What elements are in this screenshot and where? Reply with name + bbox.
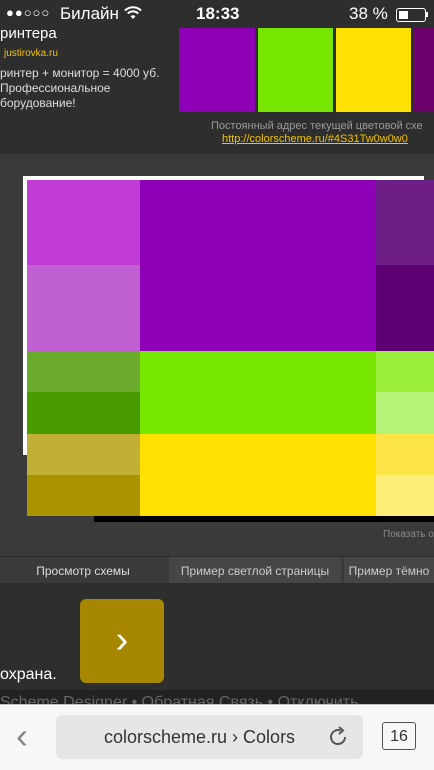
carrier-name: Билайн	[60, 4, 119, 23]
permalink-url[interactable]: http://colorscheme.ru/#4S31Tw0w0w0	[222, 133, 408, 145]
scheme-color-cell[interactable]	[27, 475, 140, 516]
scheme-color-cell[interactable]	[27, 351, 140, 392]
scheme-color-cell[interactable]	[376, 180, 434, 265]
tab-light-page-example[interactable]: Пример светлой страницы	[169, 557, 341, 583]
swatch-primary[interactable]	[179, 28, 255, 112]
scheme-color-cell[interactable]	[140, 180, 376, 351]
signal-strength: ●●○○○	[6, 5, 51, 20]
battery-icon	[396, 8, 426, 22]
show-link[interactable]: Показать о	[383, 529, 434, 540]
lower-text: охрана.	[0, 666, 57, 683]
scheme-color-cell[interactable]	[376, 475, 434, 516]
tab-dark-page-example[interactable]: Пример тёмно	[344, 557, 434, 583]
swatch-tertiary[interactable]	[336, 28, 411, 112]
url-text[interactable]: colorscheme.ru › Colors	[104, 727, 295, 748]
swatch-complement[interactable]	[414, 28, 434, 112]
ad-body: ринтер + монитор = 4000 уб. Профессионал…	[0, 66, 160, 110]
scheme-color-cell[interactable]	[27, 265, 140, 351]
battery-percent: 38 %	[349, 4, 388, 23]
scheme-color-cell[interactable]	[376, 265, 434, 351]
next-arrow-button[interactable]: ›	[80, 599, 164, 683]
ad-domain[interactable]: justirovka.ru	[4, 48, 58, 59]
battery-level	[399, 11, 409, 19]
lower-section	[0, 583, 434, 686]
preview-tabs: Просмотр схемы Пример светлой страницы П…	[0, 557, 434, 583]
status-bar: ●●○○○ Билайн 18:33 38 %	[0, 0, 434, 28]
scheme-color-cell[interactable]	[27, 392, 140, 434]
reload-icon[interactable]	[327, 726, 349, 753]
scheme-color-cell[interactable]	[27, 180, 140, 265]
preview-shadow	[94, 516, 434, 522]
battery-tip	[426, 12, 428, 17]
permalink-label: Постоянный адрес текущей цветовой схе	[211, 120, 423, 132]
scheme-color-cell[interactable]	[376, 392, 434, 434]
back-button[interactable]: ‹	[16, 716, 28, 756]
tab-scheme-view[interactable]: Просмотр схемы	[0, 557, 166, 583]
scheme-color-cell[interactable]	[376, 351, 434, 392]
ad-title[interactable]: ринтера	[0, 25, 57, 42]
tabs-count-button[interactable]: 16	[382, 722, 416, 750]
wifi-icon	[124, 5, 142, 25]
advertisement[interactable]: ринтера justirovka.ru ринтер + монитор =…	[0, 25, 175, 128]
scheme-color-cell[interactable]	[140, 434, 376, 516]
clock: 18:33	[196, 4, 240, 23]
footer-links[interactable]: Scheme Designer • Обратная Связь • Отклю…	[0, 690, 434, 704]
scheme-color-cell[interactable]	[140, 351, 376, 434]
scheme-color-cell[interactable]	[376, 434, 434, 475]
scheme-color-cell[interactable]	[27, 434, 140, 475]
swatch-secondary[interactable]	[258, 28, 333, 112]
